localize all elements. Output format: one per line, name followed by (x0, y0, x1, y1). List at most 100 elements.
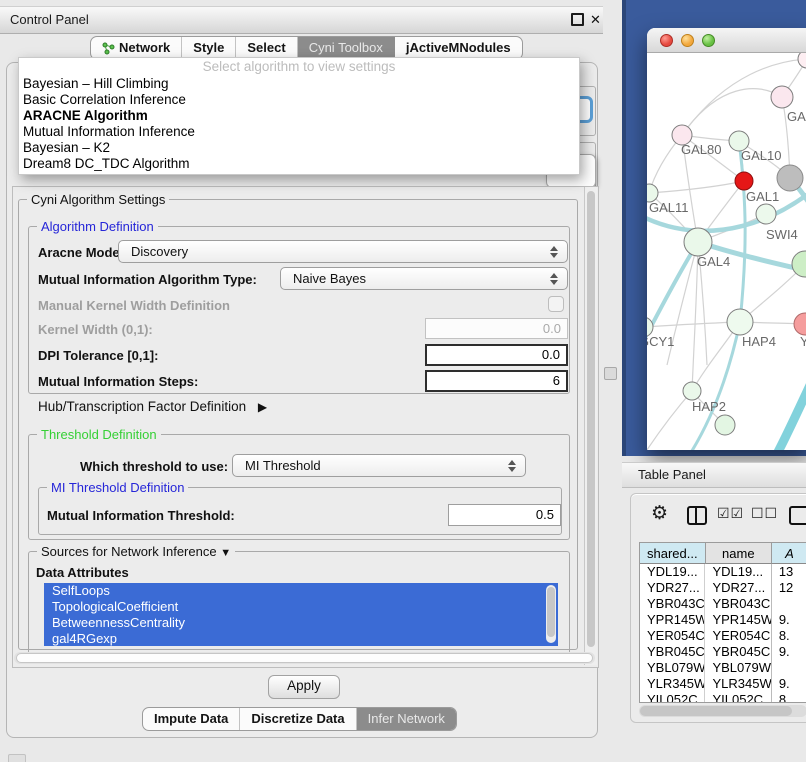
cell[interactable]: YER054C (640, 628, 705, 644)
node-bottom-green[interactable] (715, 415, 735, 435)
column-header-shared-name[interactable]: shared... (640, 543, 706, 564)
cell[interactable]: YIL052C (640, 692, 705, 703)
float-window-icon[interactable] (571, 13, 584, 26)
algorithm-option[interactable]: Mutual Information Inference (19, 124, 579, 140)
split-columns-icon[interactable] (687, 506, 707, 525)
hub-definition-expander[interactable]: Hub/Transcription Factor Definition ▶ (38, 399, 267, 414)
table-row[interactable]: YPR145WYPR145W9. (640, 612, 806, 628)
cell[interactable]: YBR043C (640, 596, 705, 612)
table-row[interactable]: YDL19...YDL19...13 (640, 564, 806, 580)
collapse-arrow-icon[interactable]: ▼ (220, 547, 231, 559)
mi-steps-field[interactable]: 6 (425, 370, 568, 392)
tab-network[interactable]: Network (91, 37, 182, 59)
cell[interactable]: YDR27... (705, 580, 771, 596)
cell[interactable]: YBR045C (705, 644, 771, 660)
cell[interactable]: YLR345W (705, 676, 771, 692)
attributes-vscrollbar[interactable] (546, 585, 556, 643)
algorithm-option[interactable]: Dream8 DC_TDC Algorithm (19, 156, 579, 172)
table-row[interactable]: YLR345WYLR345W9. (640, 676, 806, 692)
cell[interactable]: 9. (772, 612, 806, 628)
cell[interactable]: YLR345W (640, 676, 705, 692)
node-gal1[interactable] (735, 172, 753, 190)
cell[interactable]: 13 (772, 564, 806, 580)
settings-hscrollbar-thumb[interactable] (16, 653, 593, 663)
cell[interactable]: 8 (772, 692, 806, 703)
table-row[interactable]: YER054CYER054C8. (640, 628, 806, 644)
table-mode-icon[interactable] (789, 506, 806, 525)
table-row[interactable]: YBL079WYBL079W (640, 660, 806, 676)
tab-discretize-data[interactable]: Discretize Data (240, 708, 356, 730)
node-hap2[interactable] (683, 382, 701, 400)
cell[interactable] (772, 660, 806, 676)
cell[interactable]: YER054C (705, 628, 771, 644)
attributes-vscrollbar-thumb[interactable] (547, 587, 555, 637)
apply-button[interactable]: Apply (268, 675, 340, 699)
node-top-cut[interactable] (798, 53, 806, 68)
node-gray[interactable] (777, 165, 803, 191)
node-hap4[interactable] (727, 309, 753, 335)
tab-select[interactable]: Select (236, 37, 297, 59)
algorithm-option[interactable]: Bayesian – Hill Climbing (19, 76, 579, 92)
tab-jactivemnodules[interactable]: jActiveMNodules (395, 37, 522, 59)
tab-infer-network[interactable]: Infer Network (357, 708, 456, 730)
cell[interactable]: YPR145W (705, 612, 771, 628)
node-gal-partial[interactable] (771, 86, 793, 108)
manual-kernel-checkbox[interactable] (548, 296, 564, 312)
window-zoom-button[interactable] (702, 34, 715, 47)
algorithm-option[interactable]: Basic Correlation Inference (19, 92, 579, 108)
node-y-partial[interactable] (794, 313, 806, 335)
kernel-width-field[interactable]: 0.0 (425, 318, 568, 339)
table-hscrollbar[interactable] (639, 705, 806, 717)
settings-vscrollbar[interactable] (584, 187, 597, 665)
cell[interactable]: 12 (772, 580, 806, 596)
cell[interactable]: YDL19... (705, 564, 771, 580)
panel-divider-handle[interactable] (604, 367, 617, 380)
dpi-tolerance-field[interactable]: 0.0 (425, 344, 568, 366)
node-right-green[interactable] (792, 251, 806, 277)
tool-palette-icon[interactable] (8, 754, 26, 762)
cell[interactable]: YBR043C (705, 596, 771, 612)
node-swi4[interactable] (756, 204, 776, 224)
attribute-item[interactable]: gal4RGexp (44, 631, 558, 646)
tab-style[interactable]: Style (182, 37, 236, 59)
window-minimize-button[interactable] (681, 34, 694, 47)
table-row[interactable]: YIL052CYIL052C8 (640, 692, 806, 703)
cell[interactable]: YDR27... (640, 580, 705, 596)
cell[interactable]: YBL079W (705, 660, 771, 676)
settings-hscrollbar[interactable] (14, 652, 595, 664)
node-gal4[interactable] (684, 228, 712, 256)
deselect-columns-icon[interactable]: ☐☐ (751, 505, 778, 522)
mi-threshold-field[interactable]: 0.5 (448, 504, 561, 526)
mi-type-combo[interactable]: Naive Bayes (280, 267, 568, 290)
algorithm-option[interactable]: Bayesian – K2 (19, 140, 579, 156)
which-threshold-combo[interactable]: MI Threshold (232, 454, 526, 477)
window-close-button[interactable] (660, 34, 673, 47)
expander-arrow-icon[interactable]: ▶ (258, 400, 267, 414)
table-row[interactable]: YDR27...YDR27...12 (640, 580, 806, 596)
gear-icon[interactable]: ⚙ (651, 505, 668, 523)
column-header-partial[interactable]: A (772, 543, 806, 564)
cell[interactable]: 9. (772, 676, 806, 692)
aracne-mode-combo[interactable]: Discovery (118, 240, 568, 263)
network-canvas[interactable]: GAL GAL80 GAL10 GAL1 GAL11 SWI4 GAL4 GCY… (647, 53, 806, 450)
cell[interactable]: 9. (772, 644, 806, 660)
table-row[interactable]: YBR043CYBR043C (640, 596, 806, 612)
table-row[interactable]: YBR045CYBR045C9. (640, 644, 806, 660)
attribute-item[interactable]: TopologicalCoefficient (44, 599, 558, 615)
cell[interactable]: YIL052C (705, 692, 771, 703)
tab-impute-data[interactable]: Impute Data (143, 708, 240, 730)
close-icon[interactable]: ✕ (590, 14, 601, 26)
table-hscrollbar-thumb[interactable] (640, 706, 792, 716)
column-header-name[interactable]: name (706, 543, 772, 564)
attribute-item[interactable]: SelfLoops (44, 583, 558, 599)
algorithm-option-selected[interactable]: ARACNE Algorithm (19, 108, 579, 124)
tab-cyni-toolbox[interactable]: Cyni Toolbox (298, 37, 395, 59)
select-columns-icon[interactable]: ☑☑ (717, 505, 744, 522)
cell[interactable] (772, 596, 806, 612)
cell[interactable]: YBL079W (640, 660, 705, 676)
cell[interactable]: 8. (772, 628, 806, 644)
cell[interactable]: YBR045C (640, 644, 705, 660)
cell[interactable]: YPR145W (640, 612, 705, 628)
cell[interactable]: YDL19... (640, 564, 705, 580)
settings-vscrollbar-thumb[interactable] (587, 191, 595, 647)
